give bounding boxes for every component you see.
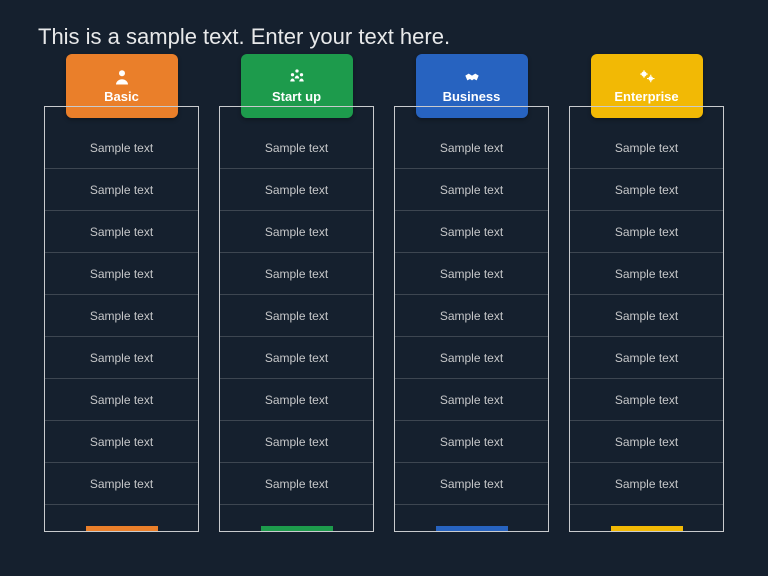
- feature-row: Sample text: [220, 127, 373, 169]
- feature-row: Sample text: [570, 337, 723, 379]
- plan-footer: [570, 505, 723, 531]
- feature-row: Sample text: [45, 253, 198, 295]
- feature-row: Sample text: [570, 295, 723, 337]
- accent-bar: [261, 526, 333, 531]
- feature-row: Sample text: [220, 169, 373, 211]
- plan-tab-label: Basic: [104, 89, 139, 104]
- feature-row: Sample text: [220, 421, 373, 463]
- feature-row: Sample text: [395, 421, 548, 463]
- plan-column-business: Business Sample text Sample text Sample …: [394, 90, 549, 532]
- feature-row: Sample text: [220, 463, 373, 505]
- plan-tab-label: Start up: [272, 89, 321, 104]
- person-icon: [112, 68, 132, 86]
- feature-row: Sample text: [395, 127, 548, 169]
- feature-row: Sample text: [570, 421, 723, 463]
- group-icon: [287, 68, 307, 86]
- plan-box: Sample text Sample text Sample text Samp…: [44, 106, 199, 532]
- page-title: This is a sample text. Enter your text h…: [0, 0, 768, 50]
- plan-footer: [45, 505, 198, 531]
- feature-row: Sample text: [570, 211, 723, 253]
- feature-row: Sample text: [570, 463, 723, 505]
- feature-row: Sample text: [570, 253, 723, 295]
- plan-column-basic: Basic Sample text Sample text Sample tex…: [44, 90, 199, 532]
- feature-row: Sample text: [45, 421, 198, 463]
- plan-tab-label: Business: [443, 89, 501, 104]
- accent-bar: [86, 526, 158, 531]
- plan-column-enterprise: Enterprise Sample text Sample text Sampl…: [569, 90, 724, 532]
- plan-column-startup: Start up Sample text Sample text Sample …: [219, 90, 374, 532]
- plan-box: Sample text Sample text Sample text Samp…: [569, 106, 724, 532]
- plan-footer: [395, 505, 548, 531]
- plan-box: Sample text Sample text Sample text Samp…: [394, 106, 549, 532]
- feature-row: Sample text: [45, 295, 198, 337]
- feature-row: Sample text: [395, 463, 548, 505]
- accent-bar: [436, 526, 508, 531]
- feature-row: Sample text: [570, 169, 723, 211]
- feature-row: Sample text: [45, 169, 198, 211]
- pricing-columns: Basic Sample text Sample text Sample tex…: [0, 50, 768, 532]
- feature-row: Sample text: [220, 211, 373, 253]
- feature-row: Sample text: [395, 253, 548, 295]
- feature-row: Sample text: [220, 295, 373, 337]
- feature-row: Sample text: [45, 463, 198, 505]
- feature-row: Sample text: [395, 379, 548, 421]
- feature-row: Sample text: [220, 337, 373, 379]
- feature-row: Sample text: [570, 127, 723, 169]
- feature-row: Sample text: [395, 295, 548, 337]
- plan-box: Sample text Sample text Sample text Samp…: [219, 106, 374, 532]
- gears-icon: [637, 68, 657, 86]
- feature-row: Sample text: [570, 379, 723, 421]
- feature-row: Sample text: [395, 169, 548, 211]
- feature-row: Sample text: [220, 379, 373, 421]
- feature-row: Sample text: [45, 379, 198, 421]
- plan-footer: [220, 505, 373, 531]
- feature-row: Sample text: [45, 337, 198, 379]
- feature-row: Sample text: [45, 211, 198, 253]
- feature-row: Sample text: [395, 211, 548, 253]
- feature-row: Sample text: [220, 253, 373, 295]
- accent-bar: [611, 526, 683, 531]
- plan-tab-label: Enterprise: [614, 89, 678, 104]
- handshake-icon: [462, 68, 482, 86]
- feature-row: Sample text: [395, 337, 548, 379]
- feature-row: Sample text: [45, 127, 198, 169]
